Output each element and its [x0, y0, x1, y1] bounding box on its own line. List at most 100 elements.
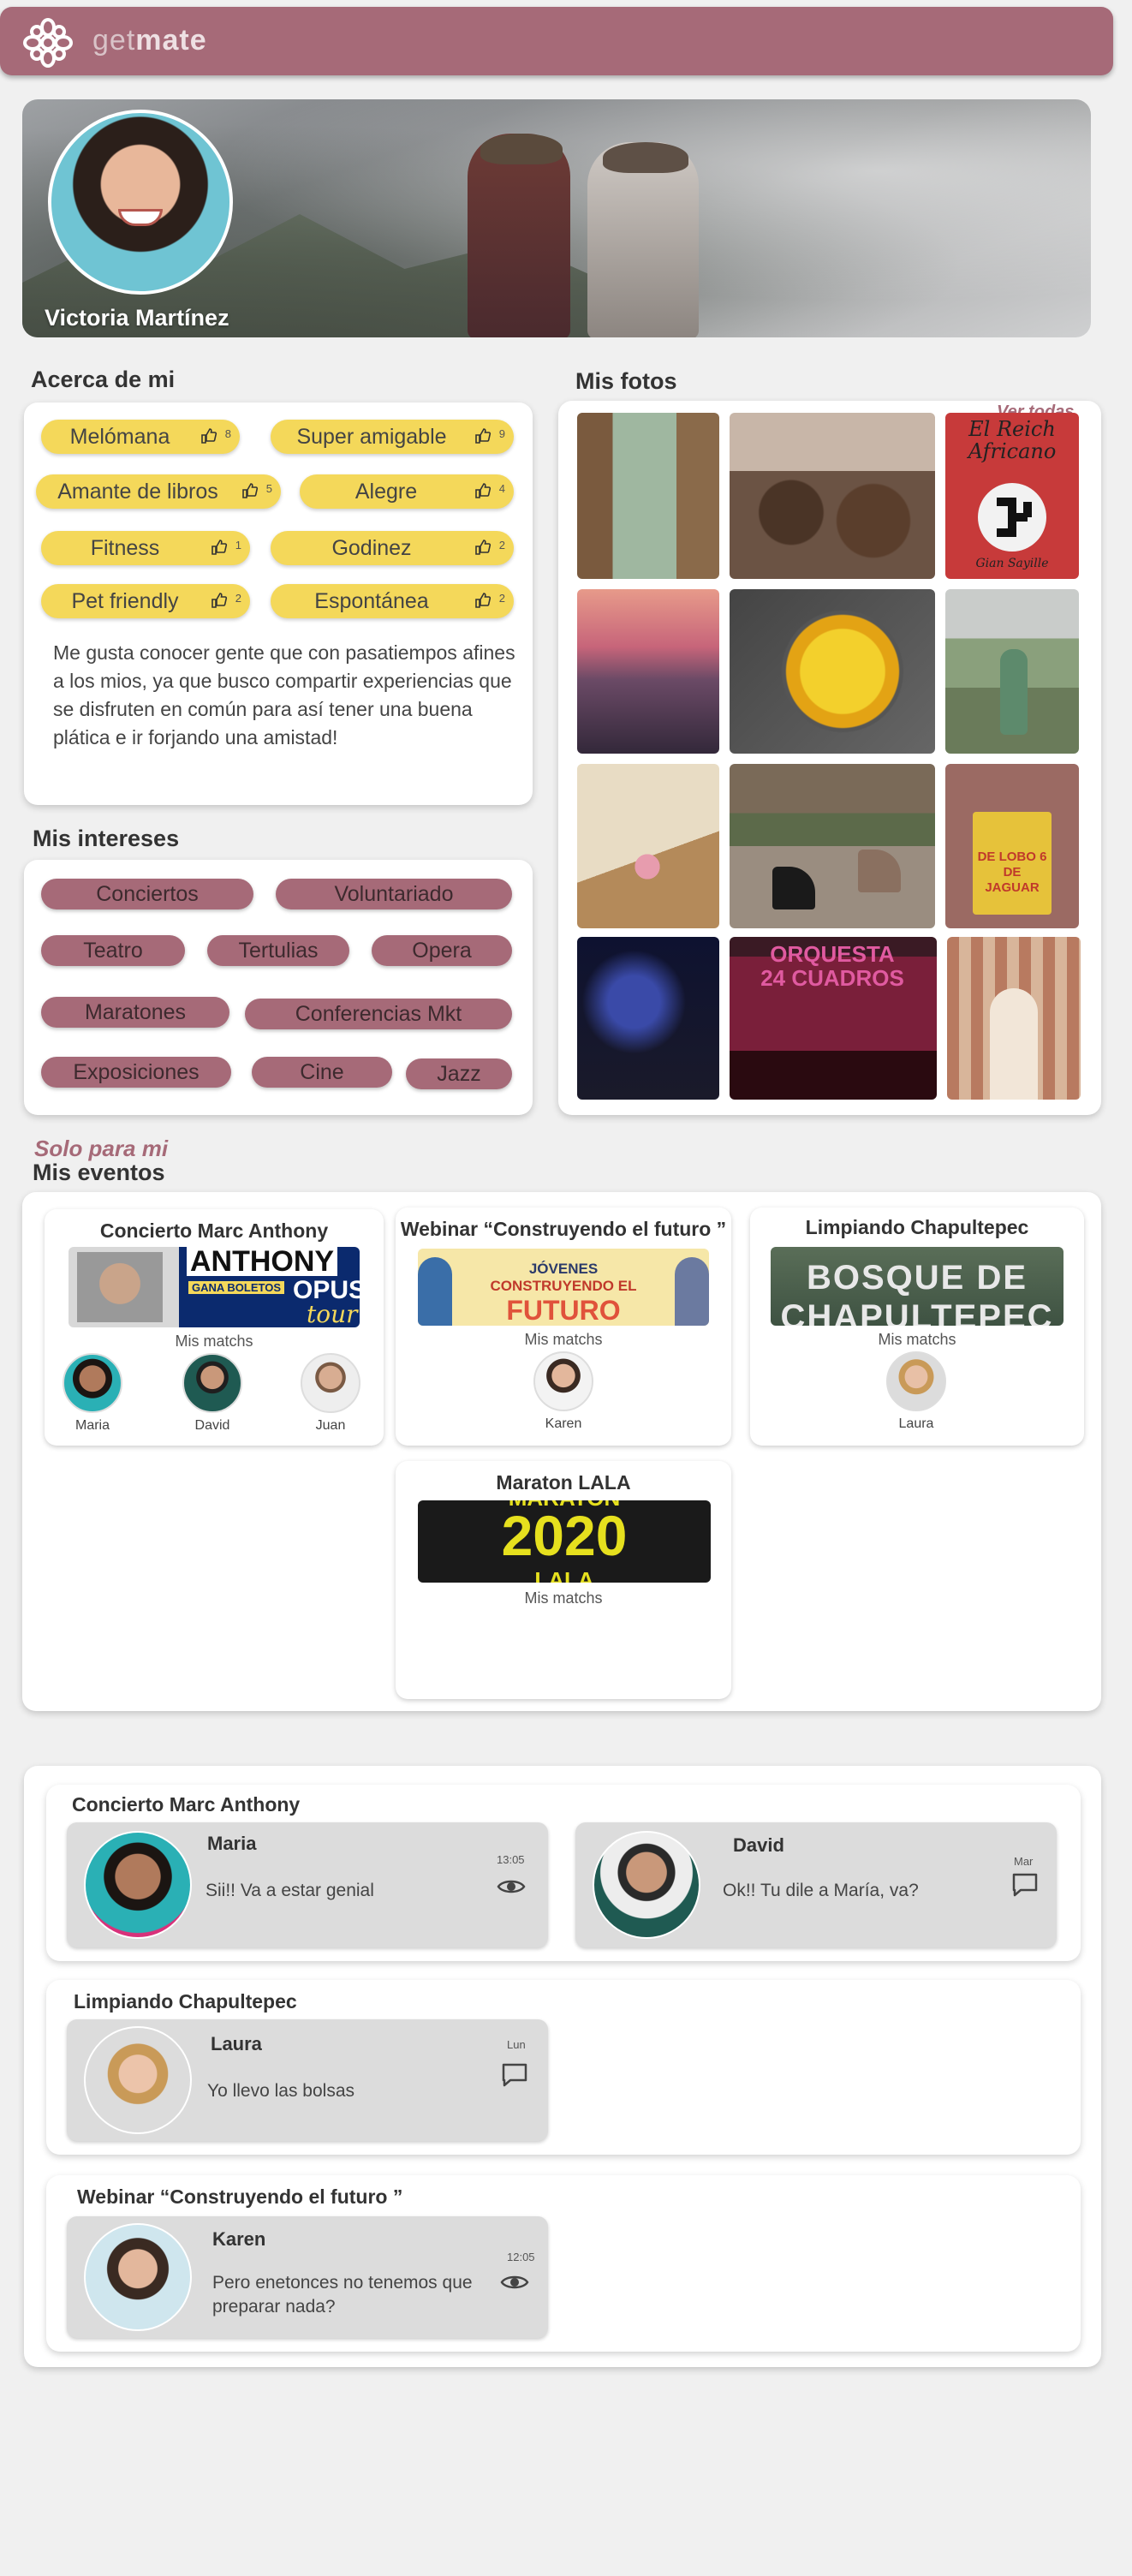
- chat-bubble-icon[interactable]: [500, 2062, 529, 2088]
- symbol-icon: [978, 483, 1046, 552]
- brand-prefix: get: [92, 24, 136, 57]
- trait-count: 2: [498, 539, 505, 552]
- trait-label: Pet friendly: [71, 588, 179, 613]
- banner-tour: tour: [307, 1300, 358, 1327]
- trait-pill[interactable]: Alegre 4: [300, 474, 514, 509]
- trait-label: Godinez: [331, 535, 412, 560]
- banner-portrait: [77, 1252, 163, 1322]
- chat-name: David: [733, 1834, 784, 1856]
- trait-pill[interactable]: Amante de libros 5: [36, 474, 281, 509]
- trait-count: 2: [235, 592, 241, 605]
- chat-name: Karen: [212, 2228, 266, 2250]
- trait-label: Amante de libros: [57, 479, 218, 504]
- match-item[interactable]: Karen: [531, 1351, 596, 1432]
- chat-thread-laura[interactable]: Laura Yo llevo las bolsas Lun: [67, 2019, 548, 2141]
- interest-pill[interactable]: Opera: [372, 935, 512, 966]
- match-item[interactable]: David: [180, 1353, 245, 1434]
- interests-title: Mis intereses: [33, 826, 180, 851]
- chat-bubble-icon[interactable]: [1010, 1872, 1040, 1898]
- profile-name: Victoria Martínez: [45, 305, 229, 331]
- thumbs-up-icon[interactable]: [211, 592, 228, 609]
- trait-pill[interactable]: Godinez 2: [271, 531, 514, 565]
- shoe-left: [772, 867, 815, 909]
- match-name: Karen: [545, 1416, 582, 1431]
- trait-label: Espontánea: [314, 588, 429, 613]
- banner-cta: GANA BOLETOS: [188, 1281, 285, 1294]
- chat-thread-maria[interactable]: Maria Sii!! Va a estar genial 13:05: [67, 1822, 548, 1947]
- trait-count: 4: [498, 482, 505, 495]
- photo-palace-arches[interactable]: [947, 937, 1081, 1100]
- eye-icon[interactable]: [497, 1874, 526, 1899]
- banner-line-3: FUTURO: [506, 1295, 621, 1326]
- profile-avatar[interactable]: [48, 110, 233, 295]
- match-name: Laura: [898, 1416, 934, 1431]
- chat-thread-karen[interactable]: Karen Pero enetonces no tenemos que prep…: [67, 2216, 548, 2338]
- interest-pill[interactable]: Tertulias: [207, 935, 349, 966]
- chat-avatar: [84, 2026, 192, 2134]
- chat-message: Sii!! Va a estar genial: [206, 1881, 374, 1900]
- flower-logo-icon[interactable]: [21, 15, 75, 70]
- event-title: Webinar “Construyendo el futuro ”: [400, 1218, 727, 1240]
- chat-time: Mar: [1014, 1855, 1034, 1868]
- photo-graffiti-sun[interactable]: [730, 589, 935, 754]
- photo-orquesta[interactable]: ORQUESTA 24 CUADROS: [730, 937, 937, 1100]
- trait-pill[interactable]: Espontánea 2: [271, 584, 514, 618]
- event-card-marc-anthony[interactable]: Concierto Marc Anthony ANTHONY GANA BOLE…: [45, 1209, 384, 1446]
- photo-flower-bookmark[interactable]: [577, 764, 719, 928]
- book-author: Gian Sayille: [975, 557, 1049, 570]
- event-banner: BOSQUE DE CHAPULTEPEC: [771, 1247, 1063, 1326]
- interest-pill[interactable]: Voluntariado: [276, 879, 512, 909]
- trait-count: 1: [235, 539, 241, 552]
- chat-group-title: Webinar “Construyendo el futuro ”: [77, 2185, 403, 2208]
- thumbs-up-icon[interactable]: [211, 539, 228, 556]
- photo-heels[interactable]: [730, 764, 935, 928]
- event-title: Maraton LALA: [496, 1471, 631, 1494]
- photo-book-cover[interactable]: El Reich Africano Gian Sayille: [945, 413, 1079, 579]
- match-item[interactable]: Laura: [884, 1351, 949, 1432]
- chat-thread-david[interactable]: David Ok!! Tu dile a María, va? Mar: [575, 1822, 1057, 1947]
- thumbs-up-icon[interactable]: [200, 427, 217, 444]
- trait-pill[interactable]: Super amigable 9: [271, 420, 514, 454]
- banner-line-1: JÓVENES: [528, 1261, 599, 1277]
- thumbs-up-icon[interactable]: [474, 539, 492, 556]
- eye-icon[interactable]: [500, 2269, 529, 2295]
- photo-sunset-lake[interactable]: [577, 589, 719, 754]
- shoe-right: [858, 850, 901, 892]
- photo-pottery[interactable]: [730, 413, 935, 579]
- interest-pill[interactable]: Conferencias Mkt: [245, 999, 512, 1029]
- interest-pill[interactable]: Jazz: [406, 1058, 512, 1089]
- about-title: Acerca de mi: [31, 367, 176, 392]
- thumbs-up-icon[interactable]: [241, 482, 259, 499]
- event-matches-label: Mis matchs: [175, 1333, 253, 1350]
- thumbs-up-icon[interactable]: [474, 482, 492, 499]
- trait-pill[interactable]: Pet friendly 2: [41, 584, 250, 618]
- event-card-maraton[interactable]: Maraton LALA MARATON 2020 LALA Mis match…: [396, 1461, 731, 1699]
- thumbs-up-icon[interactable]: [474, 427, 492, 444]
- trait-pill[interactable]: Melómana 8: [41, 420, 240, 454]
- trait-pill[interactable]: Fitness 1: [41, 531, 250, 565]
- interest-pill[interactable]: Cine: [252, 1057, 392, 1088]
- photo-concert-blue[interactable]: [577, 937, 719, 1100]
- about-description: Me gusta conocer gente que con pasatiemp…: [53, 641, 515, 748]
- flower-cluster: [630, 841, 664, 892]
- screen-text: ORQUESTA 24 CUADROS: [760, 941, 904, 991]
- event-card-chapultepec[interactable]: Limpiando Chapultepec BOSQUE DE CHAPULTE…: [750, 1208, 1084, 1446]
- brand-wordmark[interactable]: getmate: [92, 24, 207, 57]
- thumbs-up-icon[interactable]: [474, 592, 492, 609]
- photo-window-ruins[interactable]: [577, 413, 719, 579]
- events-title: Mis eventos: [33, 1160, 165, 1185]
- interest-pill[interactable]: Teatro: [41, 935, 185, 966]
- match-item[interactable]: Maria: [60, 1353, 125, 1434]
- event-banner: ANTHONY GANA BOLETOS OPUS tour: [69, 1247, 360, 1327]
- photo-hiker[interactable]: [945, 589, 1079, 754]
- trait-count: 8: [224, 427, 231, 440]
- event-card-webinar[interactable]: Webinar “Construyendo el futuro ” JÓVENE…: [396, 1208, 731, 1446]
- match-item[interactable]: Juan: [298, 1353, 363, 1434]
- trait-label: Alegre: [354, 479, 418, 504]
- trait-count: 5: [265, 482, 272, 495]
- interest-pill[interactable]: Exposiciones: [41, 1057, 231, 1088]
- banner-line-1: BOSQUE DE: [806, 1259, 1028, 1297]
- interest-pill[interactable]: Conciertos: [41, 879, 253, 909]
- photo-mask-sign[interactable]: DE LOBO 6 DE JAGUAR: [945, 764, 1079, 928]
- interest-pill[interactable]: Maratones: [41, 997, 229, 1028]
